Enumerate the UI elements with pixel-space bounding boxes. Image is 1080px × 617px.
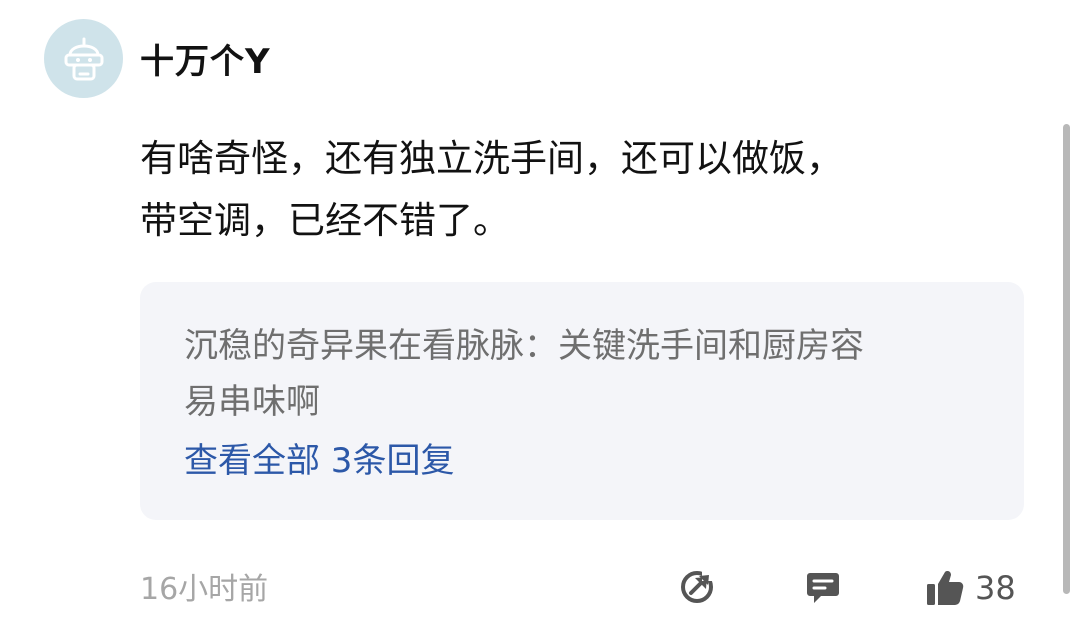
timestamp: 16小时前 — [140, 572, 269, 607]
reply-line-1: 沉稳的奇异果在看脉脉：关键洗手间和厨房容 — [184, 318, 994, 374]
reply-text-part-1: 关键洗手间和厨房容 — [558, 326, 864, 366]
comment-button[interactable] — [804, 568, 842, 606]
thumbs-up-icon — [927, 571, 964, 605]
comment-content: 有啥奇怪，还有独立洗手间，还可以做饭， 带空调，已经不错了。 — [140, 128, 1020, 252]
robot-helmet-icon — [64, 37, 103, 80]
comment-line-2: 带空调，已经不错了。 — [140, 199, 510, 242]
reply-preview[interactable]: 沉稳的奇异果在看脉脉：关键洗手间和厨房容 易串味啊 查看全部 3条回复 — [140, 282, 1024, 520]
scrollbar[interactable] — [1063, 124, 1070, 594]
view-all-replies-link[interactable]: 查看全部 3条回复 — [184, 436, 454, 486]
reply-line-2: 易串味啊 — [184, 382, 320, 422]
comment-icon — [807, 573, 839, 603]
comment-line-1: 有啥奇怪，还有独立洗手间，还可以做饭， — [140, 137, 843, 180]
share-icon — [681, 571, 714, 603]
reply-text: 沉稳的奇异果在看脉脉：关键洗手间和厨房容 易串味啊 — [184, 318, 994, 430]
like-button[interactable]: 38 — [925, 568, 1016, 608]
username[interactable]: 十万个Y — [140, 34, 271, 83]
avatar[interactable] — [44, 19, 123, 98]
reply-author[interactable]: 沉稳的奇异果在看脉脉： — [184, 326, 558, 366]
share-button[interactable] — [678, 568, 716, 606]
like-count: 38 — [975, 569, 1016, 607]
